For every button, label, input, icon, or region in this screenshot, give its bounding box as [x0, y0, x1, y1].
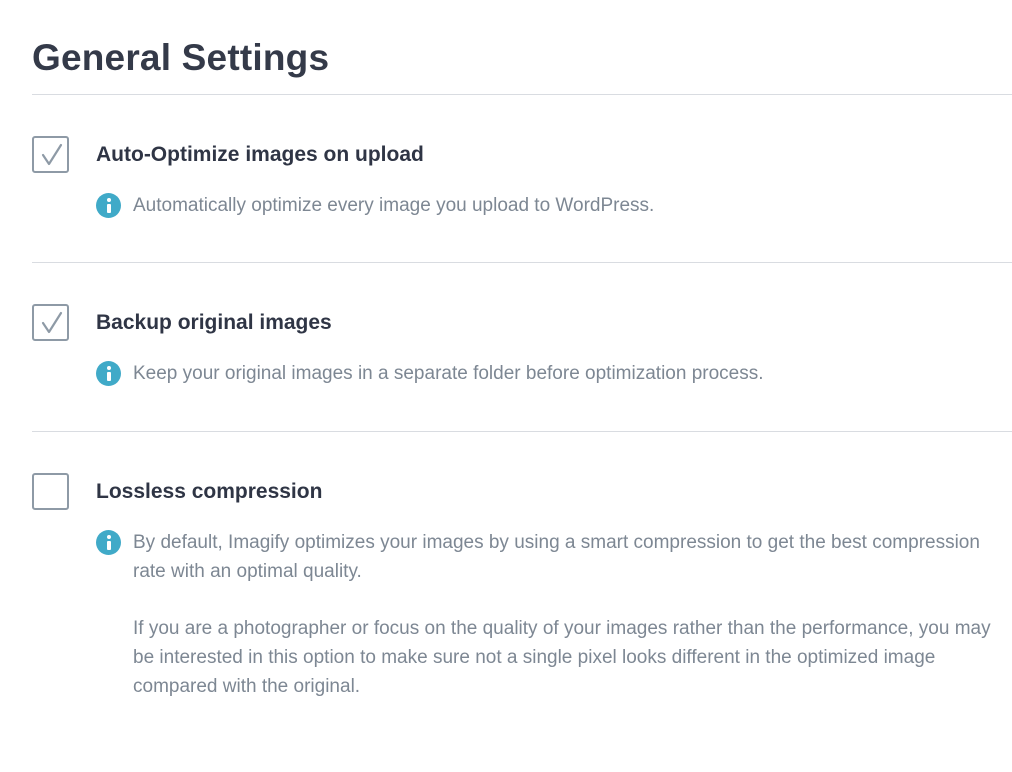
- info-icon: [96, 193, 121, 218]
- backup-label[interactable]: Backup original images: [96, 310, 332, 336]
- page-title: General Settings: [32, 37, 330, 78]
- auto-optimize-checkbox[interactable]: [32, 136, 69, 173]
- description-text: If you are a photographer or focus on th…: [133, 618, 991, 697]
- info-icon: [96, 361, 121, 386]
- description-text: Automatically optimize every image you u…: [133, 195, 655, 216]
- title-divider: [32, 94, 1012, 95]
- lossless-checkbox[interactable]: [32, 473, 69, 510]
- checkmark-icon: [41, 311, 63, 334]
- checkmark-icon: [41, 143, 63, 166]
- lossless-label[interactable]: Lossless compression: [96, 479, 322, 505]
- section-divider: [32, 431, 1012, 432]
- info-icon: [96, 530, 121, 555]
- auto-optimize-description: Automatically optimize every image you u…: [133, 191, 993, 220]
- lossless-description: By default, Imagify optimizes your image…: [133, 528, 993, 701]
- auto-optimize-label[interactable]: Auto-Optimize images on upload: [96, 142, 424, 168]
- description-text: Keep your original images in a separate …: [133, 363, 764, 384]
- section-divider: [32, 262, 1012, 263]
- backup-description: Keep your original images in a separate …: [133, 359, 993, 388]
- backup-checkbox[interactable]: [32, 304, 69, 341]
- description-text: By default, Imagify optimizes your image…: [133, 532, 980, 582]
